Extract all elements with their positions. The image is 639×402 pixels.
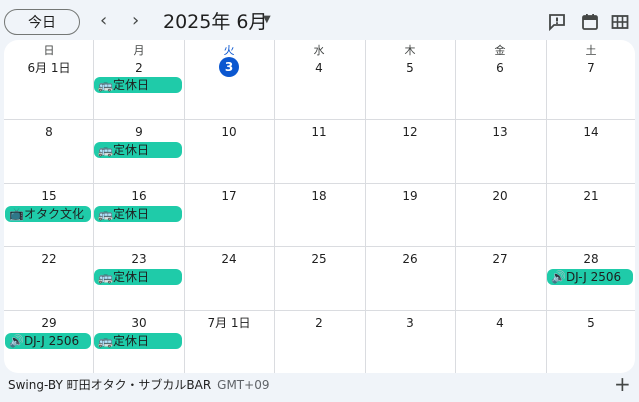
weekday-fri: 金 [494, 44, 506, 57]
day-number[interactable]: 7 [546, 60, 635, 76]
event-chip[interactable]: 🔊DJ-J 2506 [5, 333, 91, 349]
calendar-toolbar: 今日 ‹ › 2025年 6月 ▼ [0, 0, 639, 42]
event-chip[interactable]: 🚌定休日 [94, 269, 182, 285]
day-number[interactable]: 28 [546, 251, 635, 267]
day-number[interactable]: 6月 1日 [4, 60, 94, 76]
day-number[interactable]: 29 [4, 315, 94, 331]
event-chip[interactable]: 🚌定休日 [94, 77, 182, 93]
day-number[interactable]: 17 [184, 188, 274, 204]
weekday-thu: 木 [404, 44, 416, 57]
day-number[interactable]: 11 [274, 124, 364, 140]
chevron-right-icon[interactable]: › [132, 11, 139, 31]
day-number[interactable]: 24 [184, 251, 274, 267]
day-number[interactable]: 4 [455, 315, 545, 331]
add-calendar-icon[interactable]: + [614, 372, 631, 396]
event-chip[interactable]: 📺オタク文化 [5, 206, 91, 222]
day-number[interactable]: 2 [274, 315, 364, 331]
day-number[interactable]: 19 [365, 188, 455, 204]
day-number[interactable]: 5 [546, 315, 635, 331]
day-number[interactable]: 21 [546, 188, 635, 204]
timezone-label: GMT+09 [217, 378, 270, 392]
day-number[interactable]: 5 [365, 60, 455, 76]
weekday-sat: 土 [585, 44, 597, 57]
calendar-icon[interactable] [580, 12, 600, 32]
event-chip[interactable]: 🚌定休日 [94, 206, 182, 222]
day-number[interactable]: 7月 1日 [184, 315, 274, 331]
day-number[interactable]: 3 [365, 315, 455, 331]
event-chip[interactable]: 🔊DJ-J 2506 [547, 269, 633, 285]
day-number[interactable]: 25 [274, 251, 364, 267]
weekday-sun: 日 [43, 44, 55, 57]
feedback-icon[interactable] [547, 12, 567, 32]
day-number[interactable]: 12 [365, 124, 455, 140]
weekday-mon: 月 [133, 44, 145, 57]
day-number[interactable]: 20 [455, 188, 545, 204]
day-number[interactable]: 10 [184, 124, 274, 140]
day-number[interactable]: 26 [365, 251, 455, 267]
grid-icon[interactable] [610, 12, 630, 32]
month-grid: 日 月 火 水 木 金 土 6月 1日 2 3 4 5 6 7 🚌定休日 8 9… [4, 40, 635, 373]
day-number[interactable]: 14 [546, 124, 635, 140]
weekday-tue: 火 [223, 44, 235, 57]
chevron-left-icon[interactable]: ‹ [100, 11, 107, 31]
month-title[interactable]: 2025年 6月 [163, 10, 267, 34]
day-number[interactable]: 30 [94, 315, 184, 331]
today-button[interactable]: 今日 [4, 9, 80, 35]
calendar-footer: Swing-BY 町田オタク・サブカルBAR GMT+09 [8, 377, 269, 393]
day-number[interactable]: 9 [94, 124, 184, 140]
day-number[interactable]: 4 [274, 60, 364, 76]
day-number[interactable]: 8 [4, 124, 94, 140]
calendar-name: Swing-BY 町田オタク・サブカルBAR [8, 378, 212, 392]
day-number[interactable]: 23 [94, 251, 184, 267]
day-number[interactable]: 13 [455, 124, 545, 140]
day-number[interactable]: 16 [94, 188, 184, 204]
day-number[interactable]: 2 [94, 60, 184, 76]
day-number[interactable]: 15 [4, 188, 94, 204]
chevron-down-icon[interactable]: ▼ [263, 14, 271, 25]
weekday-wed: 水 [313, 44, 325, 57]
day-number[interactable]: 22 [4, 251, 94, 267]
day-number-today[interactable]: 3 [184, 57, 274, 77]
event-chip[interactable]: 🚌定休日 [94, 142, 182, 158]
day-number[interactable]: 18 [274, 188, 364, 204]
event-chip[interactable]: 🚌定休日 [94, 333, 182, 349]
day-number[interactable]: 27 [455, 251, 545, 267]
day-number[interactable]: 6 [455, 60, 545, 76]
